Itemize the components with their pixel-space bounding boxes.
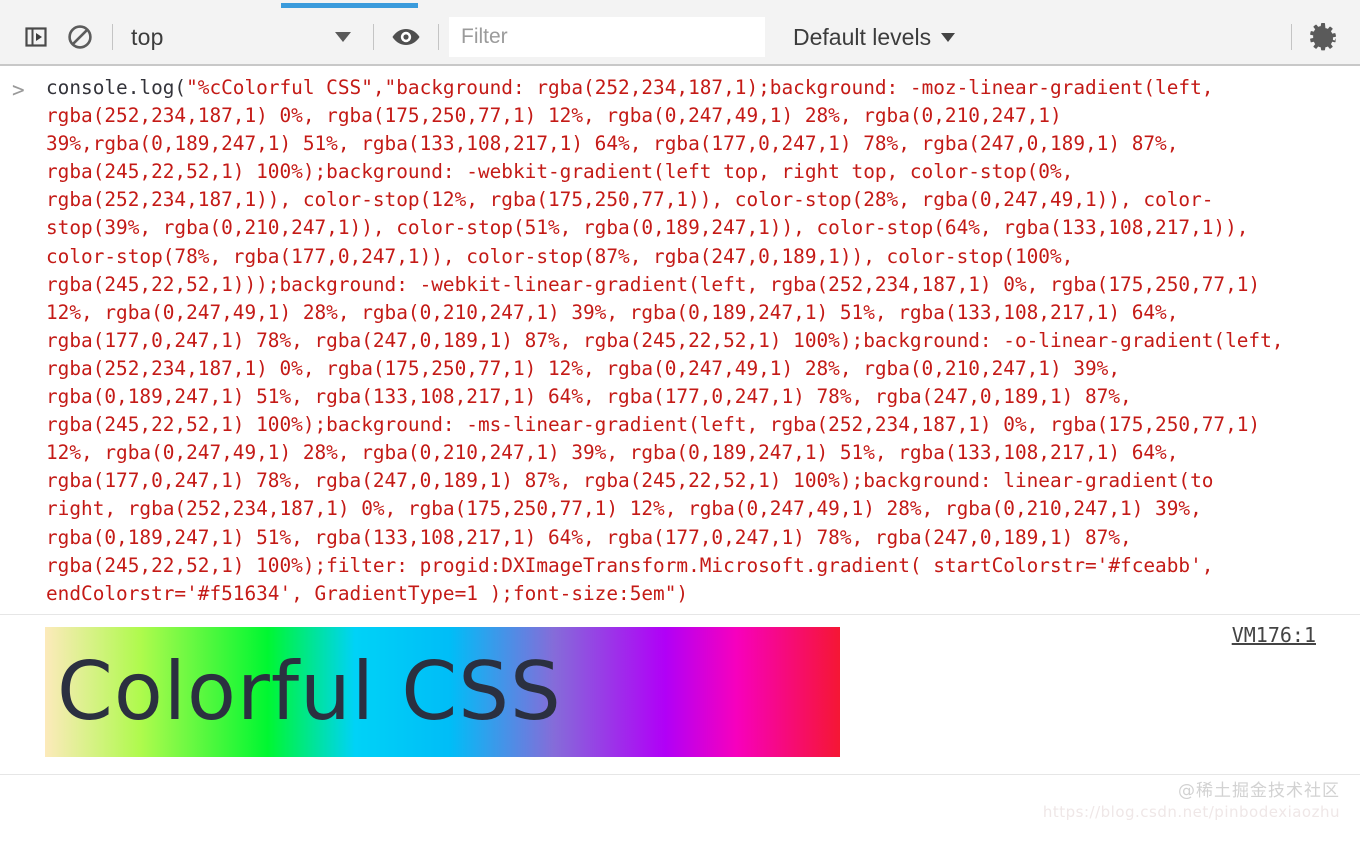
console-sidebar-toggle-button[interactable]: [14, 15, 58, 59]
toolbar-divider-2: [373, 24, 374, 50]
live-expression-button[interactable]: [384, 15, 428, 59]
clear-console-button[interactable]: [58, 15, 102, 59]
console-output[interactable]: > console.log("%cColorful CSS","backgrou…: [0, 66, 1360, 847]
console-command-text: console.log("%cColorful CSS","background…: [46, 74, 1290, 608]
watermark-handle: @稀土掘金技术社区: [1178, 781, 1340, 801]
console-log-argument: "%cColorful CSS","background: rgba(252,2…: [46, 76, 1296, 605]
execution-context-label: top: [131, 23, 164, 50]
console-settings-button[interactable]: [1302, 15, 1346, 59]
execution-context-selector[interactable]: top: [123, 18, 363, 56]
devtools-tabstrip: [0, 0, 1360, 10]
chevron-down-icon: [941, 32, 956, 42]
active-tab-indicator: [281, 3, 418, 8]
watermark: @稀土掘金技术社区 https://blog.csdn.net/pinbodex…: [1043, 776, 1340, 821]
toolbar-divider-4: [1291, 24, 1292, 50]
log-level-label: Default levels: [793, 23, 932, 50]
chevron-down-icon: [335, 32, 351, 42]
log-level-selector[interactable]: Default levels: [793, 23, 956, 51]
toolbar-divider-1: [112, 24, 113, 50]
styled-console-output: Colorful CSS: [45, 626, 840, 757]
console-result-row: Colorful CSS VM176:1: [0, 614, 1360, 775]
eye-icon: [392, 29, 420, 45]
gear-icon: [1310, 22, 1337, 51]
filter-input[interactable]: [449, 17, 765, 57]
console-log-entry[interactable]: > console.log("%cColorful CSS","backgrou…: [0, 66, 1360, 615]
toolbar-divider-3: [438, 24, 439, 50]
sidebar-panel-icon: [25, 27, 47, 47]
prompt-arrow-icon: >: [12, 78, 25, 102]
watermark-url: https://blog.csdn.net/pinbodexiaozhu: [1042, 803, 1340, 821]
no-entry-icon: [68, 25, 92, 49]
console-log-function: console.log(: [46, 76, 187, 99]
source-location-link[interactable]: VM176:1: [1232, 623, 1316, 647]
console-toolbar: top Default levels: [0, 10, 1360, 66]
